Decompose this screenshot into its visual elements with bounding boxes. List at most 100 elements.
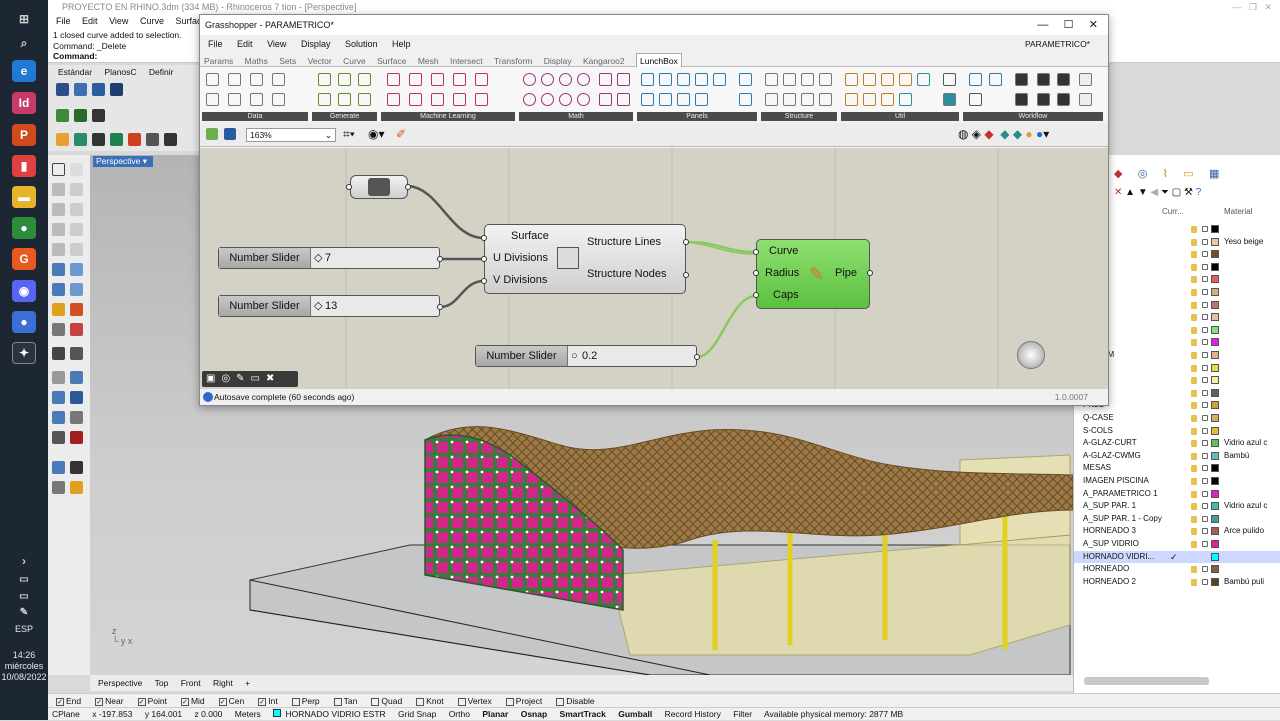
ml-icon[interactable]: [431, 73, 444, 86]
panel-icon[interactable]: [713, 73, 726, 86]
data-tool-icon[interactable]: [206, 73, 219, 86]
layer-color-swatch[interactable]: [1211, 451, 1219, 460]
lock-icon[interactable]: [1202, 541, 1208, 547]
layer-color-swatch[interactable]: [1211, 363, 1219, 372]
texture-icon[interactable]: [128, 133, 141, 146]
layout-icon[interactable]: [52, 411, 65, 424]
save-data-icon[interactable]: [1057, 73, 1070, 86]
run-icon[interactable]: [74, 109, 87, 122]
truss-icon[interactable]: [819, 73, 832, 86]
gear-icon[interactable]: [523, 73, 536, 86]
shape-icon[interactable]: [559, 93, 572, 106]
util-icon[interactable]: [917, 73, 930, 86]
number-slider-v[interactable]: Number Slider ◇ 13: [218, 295, 440, 317]
pipe-component[interactable]: Curve Radius Caps ✎ Pipe: [756, 239, 870, 309]
port[interactable]: [683, 239, 689, 245]
port[interactable]: [753, 270, 759, 276]
layers-icon[interactable]: [969, 93, 982, 106]
util-icon[interactable]: [943, 73, 956, 86]
layer-color-swatch[interactable]: [1211, 388, 1219, 397]
layer-row[interactable]: A_SUP PAR. 1 - Copy: [1074, 513, 1280, 526]
fillet-icon[interactable]: [52, 243, 65, 256]
truss-icon[interactable]: [765, 73, 778, 86]
layer-color-swatch[interactable]: [1211, 225, 1219, 233]
lock-icon[interactable]: [1202, 578, 1208, 585]
horizontal-scrollbar[interactable]: [1084, 677, 1209, 685]
status-ortho[interactable]: Ortho: [449, 709, 470, 719]
gh-tab-vector[interactable]: Vector: [308, 54, 332, 68]
bake-icon[interactable]: [1037, 93, 1050, 106]
gh-menu-solution[interactable]: Solution: [345, 39, 378, 49]
layer-name[interactable]: HORNADO VIDRI...: [1083, 551, 1154, 564]
shape-icon[interactable]: [523, 93, 536, 106]
checkbox-icon[interactable]: ✓: [137, 697, 146, 706]
zoom-extents-icon[interactable]: ⌗▾: [343, 127, 355, 142]
dimension-icon[interactable]: [70, 323, 83, 336]
preview-eye-icon[interactable]: ◉▾: [368, 127, 385, 141]
visible-bulb-icon[interactable]: [1191, 490, 1197, 498]
status-record-history[interactable]: Record History: [665, 709, 721, 719]
layer-row[interactable]: A_SUP PAR. 1 Vidrio azul c: [1074, 500, 1280, 513]
status-planar[interactable]: Planar: [482, 709, 508, 719]
arc-icon[interactable]: [70, 203, 83, 216]
edge-icon[interactable]: e: [12, 60, 36, 82]
truss-icon[interactable]: [783, 93, 796, 106]
osnap-point[interactable]: ✓ Point: [137, 696, 174, 706]
light-icon[interactable]: [70, 481, 83, 494]
gh-menu-view[interactable]: View: [267, 39, 286, 49]
visible-bulb-icon[interactable]: [1191, 528, 1197, 536]
lock-icon[interactable]: [1202, 515, 1208, 522]
layer-color-swatch[interactable]: [1211, 426, 1219, 435]
layer-material[interactable]: Bambú puli: [1224, 576, 1264, 589]
input-surface[interactable]: Surface: [511, 230, 549, 242]
drafting-icon[interactable]: [70, 431, 83, 444]
lock-icon[interactable]: [1202, 276, 1208, 283]
start-icon[interactable]: ⊞: [12, 8, 36, 30]
visible-bulb-icon[interactable]: [1191, 478, 1197, 485]
polyline-icon[interactable]: [52, 183, 65, 196]
visible-bulb-icon[interactable]: [1191, 289, 1197, 296]
rectangle-icon[interactable]: [52, 223, 65, 236]
checkbox-icon[interactable]: ✓: [258, 697, 267, 706]
cloud-icon[interactable]: [164, 133, 177, 146]
chrome-profile-icon[interactable]: ●: [12, 311, 36, 333]
viewport-label[interactable]: Perspective ▾: [93, 156, 153, 167]
util-icon[interactable]: [845, 93, 858, 106]
osnap-project[interactable]: Project: [505, 696, 549, 706]
shape-icon[interactable]: [577, 93, 590, 106]
clock-time[interactable]: 14:26: [0, 650, 48, 661]
xml-icon[interactable]: [228, 73, 241, 86]
input-v-divisions[interactable]: V Divisions: [493, 274, 547, 286]
layer-color-swatch[interactable]: [1211, 489, 1219, 498]
surface-icon[interactable]: [52, 263, 65, 276]
gh-canvas[interactable]: Surface U Divisions V Divisions Structur…: [200, 148, 1108, 389]
port[interactable]: [694, 354, 700, 360]
lock-icon[interactable]: [1202, 226, 1208, 232]
box-icon[interactable]: [599, 73, 612, 86]
truss-icon[interactable]: [765, 93, 778, 106]
lock-icon[interactable]: [1202, 314, 1208, 321]
layer-color-swatch[interactable]: [1211, 376, 1219, 385]
port[interactable]: [481, 235, 487, 241]
lock-icon[interactable]: [1202, 339, 1208, 346]
layer-icon[interactable]: [92, 133, 105, 146]
gh-tab-mesh[interactable]: Mesh: [418, 54, 439, 68]
rotate-icon[interactable]: [52, 391, 65, 404]
status-osnap[interactable]: Osnap: [521, 709, 547, 719]
sketch-icon[interactable]: ✐: [396, 127, 406, 141]
layer-row[interactable]: A-GLAZ-CURT Vidrio azul c: [1074, 437, 1280, 450]
chrome-icon[interactable]: ●: [12, 217, 36, 239]
panel-icon[interactable]: [641, 73, 654, 86]
lock-icon[interactable]: [1202, 415, 1208, 421]
discord-icon[interactable]: ◉: [12, 280, 36, 302]
layer-color-swatch[interactable]: [1211, 414, 1219, 422]
xml-icon[interactable]: [250, 93, 263, 106]
c-icon[interactable]: [1057, 93, 1070, 106]
viewport-tab-front[interactable]: Front: [181, 678, 201, 688]
color-icon[interactable]: [56, 133, 69, 146]
visible-bulb-icon[interactable]: [1191, 578, 1197, 586]
script-icon[interactable]: [92, 109, 105, 122]
grid-icon[interactable]: [146, 133, 159, 146]
visible-bulb-icon[interactable]: [1191, 377, 1197, 385]
layer-material[interactable]: Vidrio azul c: [1224, 437, 1267, 450]
